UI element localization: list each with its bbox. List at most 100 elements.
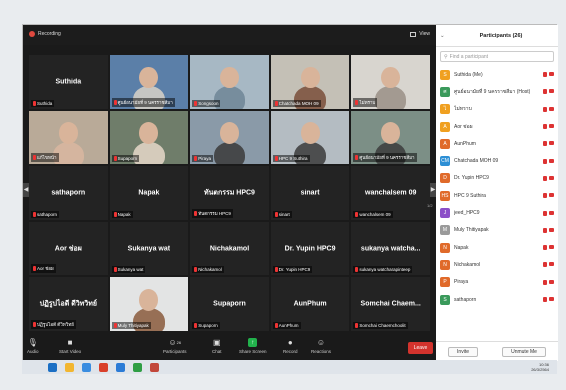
participants-label: Participants (163, 349, 187, 354)
video-tile[interactable]: Chatchada MOH 09 (270, 55, 350, 109)
tile-label-text: AunPhum (278, 322, 299, 328)
participant-row[interactable]: P Piraya (436, 274, 558, 291)
video-tile[interactable]: Napak Napak (109, 166, 189, 220)
start-icon[interactable] (48, 362, 57, 372)
video-tile[interactable]: HPC 9 Suthira (270, 110, 350, 165)
mic-muted-icon (194, 267, 198, 273)
video-tile[interactable]: Piraya (190, 110, 269, 165)
mic-muted-icon (274, 156, 278, 162)
participant-row[interactable]: A Aor ช่อผ (436, 118, 558, 135)
tile-name-label: Sukanya wat (111, 266, 146, 274)
participant-row[interactable]: Jjeed_HPC9 (436, 204, 558, 221)
reactions-button[interactable]: ☺ Reactions (311, 338, 331, 354)
participant-row[interactable]: M Muly Thitiyapak (436, 222, 558, 239)
video-off-icon (549, 106, 554, 111)
chat-button[interactable]: ▣ Chat (212, 338, 222, 354)
participant-row[interactable]: N Napak (436, 239, 558, 256)
tile-name-label: ไม่ทราบ (353, 97, 378, 107)
participant-display-name: sinart (300, 189, 320, 197)
video-tile[interactable]: ปฏิรูปไอดี ดีวิทวิทย์ ปฏิรูปไอดี ดีวิทวิท… (29, 277, 108, 331)
participant-row[interactable]: ศ ศูนย์อนามัยที่ 9 นครราชสีมา (Host) (436, 83, 558, 100)
tile-label-text: wanchalsem 09 (359, 211, 391, 217)
participant-status (543, 297, 554, 302)
video-tile[interactable]: แก้ไขหน้า (29, 110, 108, 165)
reactions-icon: ☺ (316, 338, 326, 347)
video-tile[interactable]: Dr. Yupin HPC9 Dr. Yupin HPC9 (270, 221, 350, 276)
participant-row[interactable]: HS HPC 9 Suthira (436, 187, 558, 204)
tile-name-label: Aor ช่อผ (31, 264, 56, 274)
video-off-icon (549, 72, 554, 77)
video-tile[interactable]: Supaporn Supaporn (190, 277, 269, 331)
tile-label-text: แก้ไขหน้า (37, 155, 57, 161)
find-participant-input[interactable]: ⚲ Find a participant (440, 51, 554, 62)
recording-indicator[interactable]: Recording (29, 31, 61, 37)
share-screen-button[interactable]: ↑ Share Screen (239, 338, 267, 354)
video-tile[interactable]: ไม่ทราบ (351, 55, 430, 109)
participant-row[interactable]: A AunPhum (436, 135, 558, 152)
participant-status (543, 227, 554, 233)
audio-button[interactable]: 🎙 Audio (27, 338, 39, 354)
participant-status (543, 245, 554, 251)
video-tile[interactable]: Somchai Chaem... Somchai Chaemchoolit (351, 277, 430, 331)
video-tile[interactable]: ศูนย์อนามัยที่ 9 นครราชสีมา (351, 110, 430, 165)
mic-muted-icon (355, 267, 359, 273)
tile-name-label: wanchalsem 09 (353, 210, 393, 218)
find-placeholder: Find a participant (449, 53, 489, 60)
view-button[interactable]: View (410, 31, 430, 37)
edge-icon[interactable] (82, 362, 91, 372)
participant-row[interactable]: S Suthida (Me) (436, 66, 558, 83)
video-tile[interactable]: Songsoon (190, 55, 269, 109)
chevron-down-icon[interactable]: ⌄ (440, 33, 448, 39)
video-tile[interactable]: ทันตกรรม HPC9 ทันตกรรม HPC9 (190, 166, 269, 220)
video-off-icon (549, 262, 554, 267)
excel-icon[interactable] (133, 362, 142, 372)
tile-label-text: Aor ช่อผ (37, 266, 54, 272)
recording-label: Recording (38, 31, 61, 37)
video-tile[interactable]: Muly Thitiyapak (109, 277, 189, 331)
folder-icon[interactable] (65, 362, 74, 372)
video-tile[interactable]: Aor ช่อผ Aor ช่อผ (29, 221, 108, 276)
chrome-icon[interactable] (99, 362, 108, 372)
participant-row[interactable]: ไ ไม่ทราบ (436, 101, 558, 118)
tile-name-label: แก้ไขหน้า (31, 153, 59, 163)
avatar: S (440, 294, 450, 305)
video-tile[interactable]: Supaporn (109, 110, 189, 165)
video-tile[interactable]: sukanya watcha... sukanya watcharapinteep (351, 221, 430, 276)
avatar: A (440, 121, 450, 132)
tile-name-label: Somchai Chaemchoolit (353, 321, 408, 329)
participant-row[interactable]: N Nichakamol (436, 256, 558, 273)
tile-label-text: sathaporn (37, 211, 58, 217)
participant-row[interactable]: D Dr. Yupin HPC9 (436, 170, 558, 187)
video-tile[interactable]: wanchalsem 09 wanchalsem 09 (351, 166, 430, 220)
video-tile[interactable]: Nichakamol Nichakamol (190, 221, 269, 276)
participant-display-name: Nichakamol (209, 245, 250, 253)
powerpoint-icon[interactable] (150, 362, 159, 372)
participant-display-name: Suthida (55, 78, 82, 86)
tile-name-label: Chatchada MOH 09 (272, 99, 321, 107)
zoom-icon[interactable] (116, 362, 125, 372)
video-tile[interactable]: Sukanya wat Sukanya wat (109, 221, 189, 276)
video-tile[interactable]: ศูนย์อนามัยที่ 9 นครราชสีมา (109, 55, 189, 109)
avatar: D (440, 173, 450, 184)
video-tile[interactable]: AunPhum AunPhum (270, 277, 350, 331)
participant-status (543, 89, 554, 95)
leave-button[interactable]: Leave (408, 342, 433, 354)
tile-label-text: Somchai Chaemchoolit (359, 322, 406, 328)
record-button[interactable]: ● Record (283, 338, 298, 354)
start-video-button[interactable]: ■ Start Video (59, 338, 81, 354)
participant-row[interactable]: CM Chatchada MOH 09 (436, 152, 558, 169)
tile-label-text: ทันตกรรม HPC9 (198, 210, 231, 216)
participant-row[interactable]: Ssathaporn (436, 291, 558, 308)
participant-status (543, 262, 554, 268)
video-tile[interactable]: sinart sinart (270, 166, 350, 220)
mic-muted-icon (543, 210, 547, 216)
video-tile[interactable]: sathaporn sathaporn (29, 166, 108, 220)
video-tile[interactable]: Suthida Suthida (29, 55, 108, 109)
participant-display-name: Sukanya wat (127, 245, 171, 253)
participant-name: ไม่ทราบ (454, 106, 472, 113)
tile-label-text: sukanya watcharapinteep (359, 267, 411, 273)
participants-button[interactable]: ☺ 26 Participants (163, 338, 187, 354)
tile-name-label: Supaporn (192, 321, 220, 329)
unmute-me-button[interactable]: Unmute Me (502, 346, 546, 357)
invite-button[interactable]: Invite (448, 346, 478, 357)
